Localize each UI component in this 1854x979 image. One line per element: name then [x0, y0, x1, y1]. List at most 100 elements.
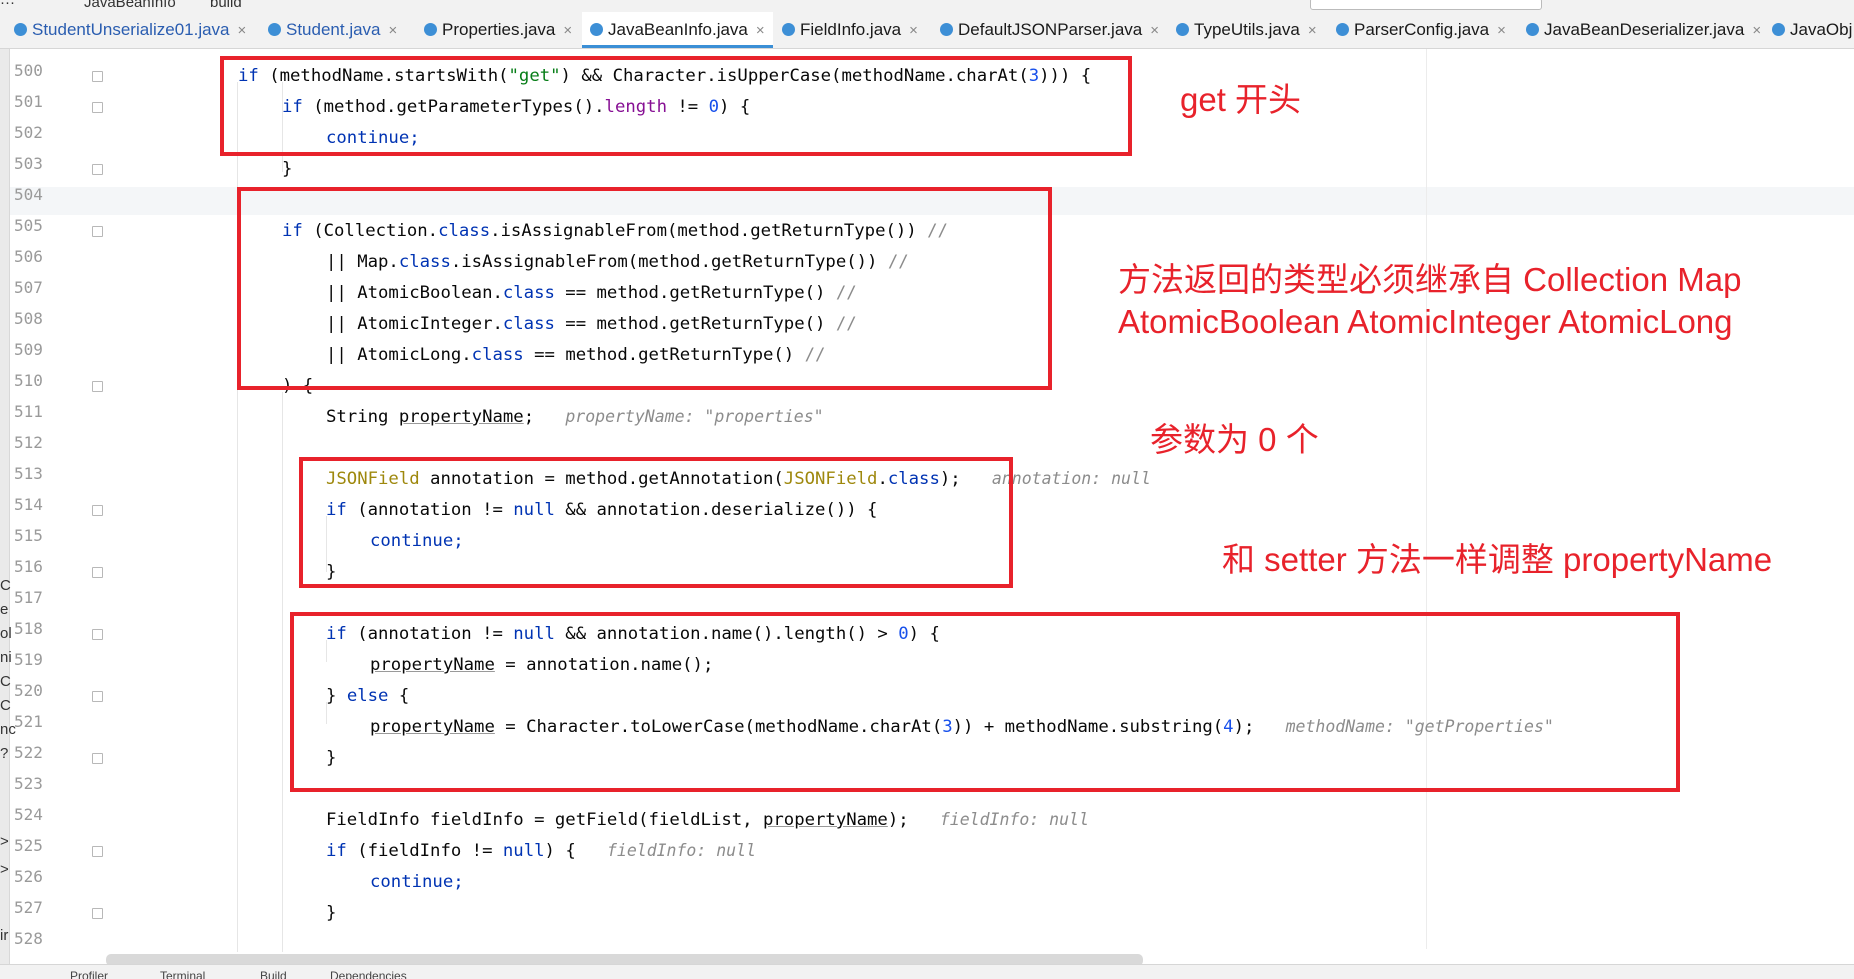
- line-number: 526: [14, 867, 43, 886]
- inline-debug-hint: annotation: null: [991, 469, 1151, 488]
- line-number: 509: [14, 340, 43, 359]
- line-number: 523: [14, 774, 43, 793]
- line-number: 515: [14, 526, 43, 545]
- line-number: 520: [14, 681, 43, 700]
- fold-marker-icon[interactable]: [92, 164, 103, 175]
- java-class-icon: [940, 23, 953, 36]
- highlight-box-property-name: [290, 612, 1680, 792]
- close-icon[interactable]: ×: [1497, 22, 1506, 39]
- java-class-icon: [782, 23, 795, 36]
- tab-type-utils[interactable]: TypeUtils.java ×: [1176, 12, 1317, 48]
- line-number: 506: [14, 247, 43, 266]
- line-number: 507: [14, 278, 43, 297]
- close-icon[interactable]: ×: [238, 22, 247, 39]
- fold-marker-icon[interactable]: [92, 753, 103, 764]
- close-icon[interactable]: ×: [563, 22, 572, 39]
- java-class-icon: [1336, 23, 1349, 36]
- close-icon[interactable]: ×: [909, 22, 918, 39]
- panel-text-fragment: C: [0, 673, 11, 690]
- tab-field-info[interactable]: FieldInfo.java ×: [782, 12, 918, 48]
- tab-student[interactable]: Student.java ×: [268, 12, 397, 48]
- highlight-box-getter-check: [220, 56, 1132, 156]
- bottom-tool-bar: Profiler Terminal Build Dependencies: [0, 964, 1854, 979]
- java-class-icon: [1772, 23, 1785, 36]
- inline-debug-hint: fieldInfo: null: [606, 841, 756, 860]
- panel-text-fragment: >: [0, 861, 9, 878]
- code-line-524[interactable]: FieldInfo fieldInfo = getField(fieldList…: [326, 806, 1089, 834]
- code-line-527[interactable]: }: [326, 899, 336, 927]
- annotation-note-get-prefix: get 开头: [1180, 81, 1302, 118]
- panel-text-fragment: ni: [0, 649, 12, 666]
- line-number: 527: [14, 898, 43, 917]
- tab-java-bean-info[interactable]: JavaBeanInfo.java ×: [582, 12, 773, 48]
- panel-text-fragment: ir: [0, 927, 9, 944]
- java-class-icon: [424, 23, 437, 36]
- code-line-525[interactable]: if (fieldInfo != null) { fieldInfo: null: [326, 837, 756, 865]
- tab-properties[interactable]: Properties.java ×: [424, 12, 572, 48]
- fold-marker-icon[interactable]: [92, 629, 103, 640]
- fold-marker-icon[interactable]: [92, 381, 103, 392]
- line-number: 501: [14, 92, 43, 111]
- panel-text-fragment: ol: [0, 625, 12, 642]
- panel-text-fragment: ?: [0, 745, 9, 762]
- line-number: 503: [14, 154, 43, 173]
- inline-debug-hint: fieldInfo: null: [939, 810, 1089, 829]
- method-selector[interactable]: build: [210, 0, 242, 11]
- line-number: 519: [14, 650, 43, 669]
- line-number: 522: [14, 743, 43, 762]
- code-line-511[interactable]: String propertyName; propertyName: "prop…: [326, 403, 824, 431]
- java-class-icon: [268, 23, 281, 36]
- tab-java-bean-deserializer[interactable]: JavaBeanDeserializer.java ×: [1526, 12, 1761, 48]
- inline-debug-hint: propertyName: "properties": [565, 407, 824, 426]
- line-number: 517: [14, 588, 43, 607]
- close-icon[interactable]: ×: [756, 22, 765, 39]
- line-number: 518: [14, 619, 43, 638]
- fold-marker-icon[interactable]: [92, 102, 103, 113]
- panel-text-fragment: >: [0, 833, 9, 850]
- tab-parser-config[interactable]: ParserConfig.java ×: [1336, 12, 1506, 48]
- panel-text-fragment: C: [0, 577, 11, 594]
- line-number: 512: [14, 433, 43, 452]
- tab-java-obj[interactable]: JavaObj: [1772, 12, 1852, 48]
- top-toolbar-strip: ··· JavaBeanInfo build: [0, 0, 1854, 12]
- panel-text-fragment: C: [0, 697, 11, 714]
- code-line-526[interactable]: continue;: [370, 868, 464, 896]
- close-icon[interactable]: ×: [389, 22, 398, 39]
- annotation-note-return-type-line1: 方法返回的类型必须继承自 Collection Map: [1118, 261, 1742, 298]
- indent-guide: [282, 392, 283, 952]
- close-icon[interactable]: ×: [1752, 22, 1761, 39]
- class-selector[interactable]: JavaBeanInfo: [84, 0, 176, 11]
- code-line-503[interactable]: }: [282, 155, 292, 183]
- fold-marker-icon[interactable]: [92, 71, 103, 82]
- fold-marker-icon[interactable]: [92, 505, 103, 516]
- line-number: 524: [14, 805, 43, 824]
- editor-tab-bar: StudentUnserialize01.java × Student.java ×…: [0, 12, 1854, 49]
- line-number: 525: [14, 836, 43, 855]
- close-icon[interactable]: ×: [1150, 22, 1159, 39]
- fold-marker-icon[interactable]: [92, 846, 103, 857]
- fold-marker-icon[interactable]: [92, 226, 103, 237]
- tab-default-json-parser[interactable]: DefaultJSONParser.java ×: [940, 12, 1159, 48]
- annotation-note-return-type-line2: AtomicBoolean AtomicInteger AtomicLong: [1118, 303, 1733, 340]
- project-panel-edge: C e ol ni C C nc ? > > ir: [0, 49, 16, 978]
- tab-student-unserialize01[interactable]: StudentUnserialize01.java ×: [14, 12, 246, 48]
- line-number: 514: [14, 495, 43, 514]
- line-number: 500: [14, 61, 43, 80]
- panel-text-fragment: e: [0, 601, 9, 618]
- fold-marker-icon[interactable]: [92, 691, 103, 702]
- highlight-box-annotation-check: [299, 457, 1013, 588]
- fold-marker-icon[interactable]: [92, 908, 103, 919]
- line-number: 510: [14, 371, 43, 390]
- annotation-note-property-name: 和 setter 方法一样调整 propertyName: [1222, 541, 1773, 578]
- line-number: 516: [14, 557, 43, 576]
- java-class-icon: [1526, 23, 1539, 36]
- java-class-icon: [590, 23, 603, 36]
- run-configuration-selector[interactable]: [1310, 0, 1542, 10]
- line-number: 502: [14, 123, 43, 142]
- highlight-box-return-type-check: [237, 187, 1052, 390]
- line-number: 505: [14, 216, 43, 235]
- line-number: 504: [14, 185, 43, 204]
- fold-marker-icon[interactable]: [92, 567, 103, 578]
- close-icon[interactable]: ×: [1308, 22, 1317, 39]
- toolbar-fragment: ···: [0, 0, 15, 11]
